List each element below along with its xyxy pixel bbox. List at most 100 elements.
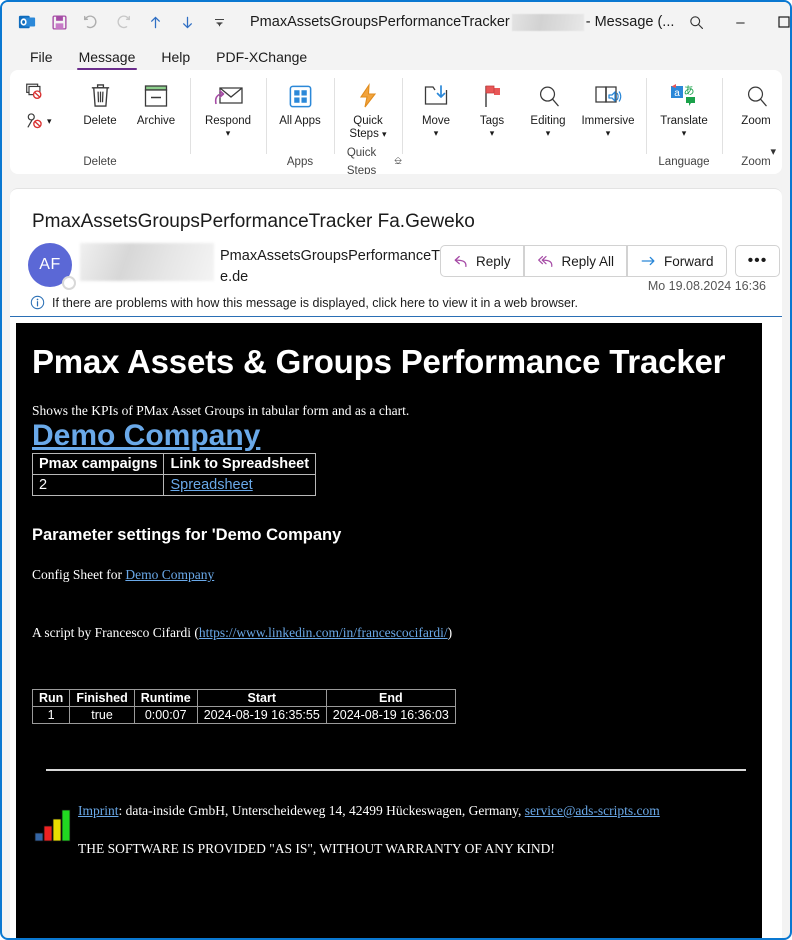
delete-button[interactable]: Delete (72, 74, 128, 128)
message-timestamp: Mo 19.08.2024 16:36 (647, 279, 766, 293)
quick-steps-dialog-launcher-icon[interactable]: ⎒ (394, 153, 402, 171)
ignore-button[interactable] (22, 78, 68, 104)
search-icon[interactable] (674, 6, 718, 38)
ribbon-group-move-tags-label (402, 152, 646, 172)
svg-text:a: a (674, 88, 680, 99)
config-sheet-prefix: Config Sheet for (32, 567, 126, 582)
more-actions-button[interactable]: ••• (734, 245, 781, 277)
tags-chevron-down-icon[interactable]: ▾ (490, 129, 495, 138)
ribbon-group-language: aあ Translate ▾ Language (646, 70, 722, 174)
reply-all-icon (537, 255, 552, 267)
support-email-link[interactable]: service@ads-scripts.com (525, 803, 660, 818)
config-sheet-link[interactable]: Demo Company (125, 567, 214, 582)
editing-button[interactable]: Editing ▾ (520, 74, 576, 138)
cell-start: 2024-08-19 16:35:55 (196, 706, 327, 724)
ribbon-collapse-chevron-down-icon[interactable]: ▾ (770, 145, 776, 158)
header-run: Run (31, 689, 71, 707)
immersive-button[interactable]: Immersive ▾ (576, 74, 640, 138)
maximize-button[interactable] (762, 6, 790, 38)
tags-button[interactable]: Tags ▾ (464, 74, 520, 138)
block-sender-button[interactable]: ▾ (22, 108, 68, 134)
zoom-icon (743, 80, 770, 110)
all-apps-icon (287, 80, 314, 110)
parameter-settings-heading: Parameter settings for 'Demo Company (32, 526, 342, 544)
tab-help[interactable]: Help (151, 47, 200, 70)
ribbon-group-language-label: Language (658, 156, 710, 168)
ribbon-group-quick-steps: Quick Steps ▾ Quick Steps ⎒ (334, 70, 402, 174)
cell-campaign-count: 2 (31, 474, 165, 496)
customize-qat-icon[interactable] (204, 7, 234, 37)
ribbon: ▾ Delete Archive Delete Respond ▾ All Ap… (10, 70, 782, 174)
ribbon-group-delete: ▾ Delete Archive Delete (10, 70, 190, 174)
header-end: End (325, 689, 456, 707)
respond-button[interactable]: Respond ▾ (196, 74, 260, 138)
outlook-message-window: PmaxAssetsGroupsPerformanceTracker - Mes… (0, 0, 792, 940)
web-browser-infobar[interactable]: If there are problems with how this mess… (10, 289, 782, 317)
forward-button[interactable]: Forward (627, 245, 727, 277)
spreadsheet-link[interactable]: Spreadsheet (170, 477, 252, 493)
header-start: Start (196, 689, 327, 707)
quick-access-toolbar (12, 7, 234, 37)
svg-text:あ: あ (684, 84, 695, 97)
message-subject: PmaxAssetsGroupsPerformanceTracker Fa.Ge… (32, 211, 475, 232)
cell-runtime: 0:00:07 (133, 706, 198, 724)
ribbon-group-respond: Respond ▾ (190, 70, 266, 174)
translate-icon: aあ (669, 80, 699, 110)
tab-message[interactable]: Message (69, 47, 146, 70)
email-html-content: Pmax Assets & Groups Performance Tracker… (16, 323, 762, 938)
tags-icon (479, 80, 505, 110)
respond-chevron-down-icon[interactable]: ▾ (226, 129, 231, 138)
translate-button[interactable]: aあ Translate ▾ (652, 74, 716, 138)
delete-small-buttons: ▾ (16, 74, 72, 134)
ribbon-group-respond-label (190, 152, 266, 172)
sender-name: PmaxAssetsGroupsPerformanceT (220, 248, 440, 264)
archive-button[interactable]: Archive (128, 74, 184, 128)
move-button[interactable]: Move ▾ (408, 74, 464, 138)
table-header-row: Pmax campaigns Link to Spreadsheet (31, 453, 317, 475)
email-intro: Shows the KPIs of PMax Asset Groups in t… (32, 403, 410, 418)
demo-company-heading-link[interactable]: Demo Company (32, 419, 260, 452)
editing-button-label: Editing (530, 115, 566, 127)
quick-steps-button[interactable]: Quick Steps ▾ (340, 74, 396, 141)
translate-chevron-down-icon[interactable]: ▾ (682, 129, 687, 138)
reply-button[interactable]: Reply (440, 245, 524, 277)
cell-end: 2024-08-19 16:36:03 (325, 706, 456, 724)
ribbon-group-delete-label: Delete (83, 156, 117, 168)
editing-icon (535, 80, 562, 110)
next-item-icon[interactable] (172, 7, 202, 37)
header-runtime: Runtime (133, 689, 198, 707)
block-sender-chevron-down-icon[interactable]: ▾ (47, 117, 52, 126)
zoom-button[interactable]: Zoom (728, 74, 782, 128)
header-pmax-campaigns: Pmax campaigns (31, 453, 165, 475)
tab-file[interactable]: File (20, 47, 63, 70)
table-row: 1 true 0:00:07 2024-08-19 16:35:55 2024-… (31, 706, 456, 724)
linkedin-link[interactable]: https://www.linkedin.com/in/francescocif… (199, 625, 448, 640)
undo-icon[interactable] (76, 7, 106, 37)
imprint-link[interactable]: Imprint (78, 803, 119, 818)
header-finished: Finished (69, 689, 135, 707)
cell-finished: true (69, 706, 135, 724)
move-chevron-down-icon[interactable]: ▾ (434, 129, 439, 138)
archive-icon (142, 80, 170, 110)
respond-icon (211, 80, 245, 110)
reply-button-label: Reply (476, 253, 511, 269)
reply-all-button[interactable]: Reply All (523, 245, 628, 277)
previous-item-icon[interactable] (140, 7, 170, 37)
message-actions: Reply Reply All Forward ••• (440, 243, 781, 277)
minimize-button[interactable]: – (718, 6, 762, 38)
editing-chevron-down-icon[interactable]: ▾ (546, 129, 551, 138)
save-icon[interactable] (44, 7, 74, 37)
message-header-row: AF PmaxAssetsGroupsPerformanceT e.de Rep… (10, 233, 782, 293)
config-sheet-line: Config Sheet for Demo Company (32, 567, 762, 583)
tab-pdf-xchange[interactable]: PDF-XChange (206, 47, 317, 70)
move-icon (422, 80, 450, 110)
window-title-suffix: - Message (... (585, 14, 675, 30)
infobar-text: If there are problems with how this mess… (52, 295, 578, 310)
all-apps-button[interactable]: All Apps (272, 74, 328, 128)
avatar-wrapper: AF (28, 243, 76, 290)
info-icon (30, 295, 45, 310)
quick-steps-chevron-down-icon[interactable]: ▾ (382, 129, 387, 139)
immersive-chevron-down-icon[interactable]: ▾ (606, 129, 611, 138)
window-title: PmaxAssetsGroupsPerformanceTracker - Mes… (250, 13, 675, 31)
redo-icon[interactable] (108, 7, 138, 37)
